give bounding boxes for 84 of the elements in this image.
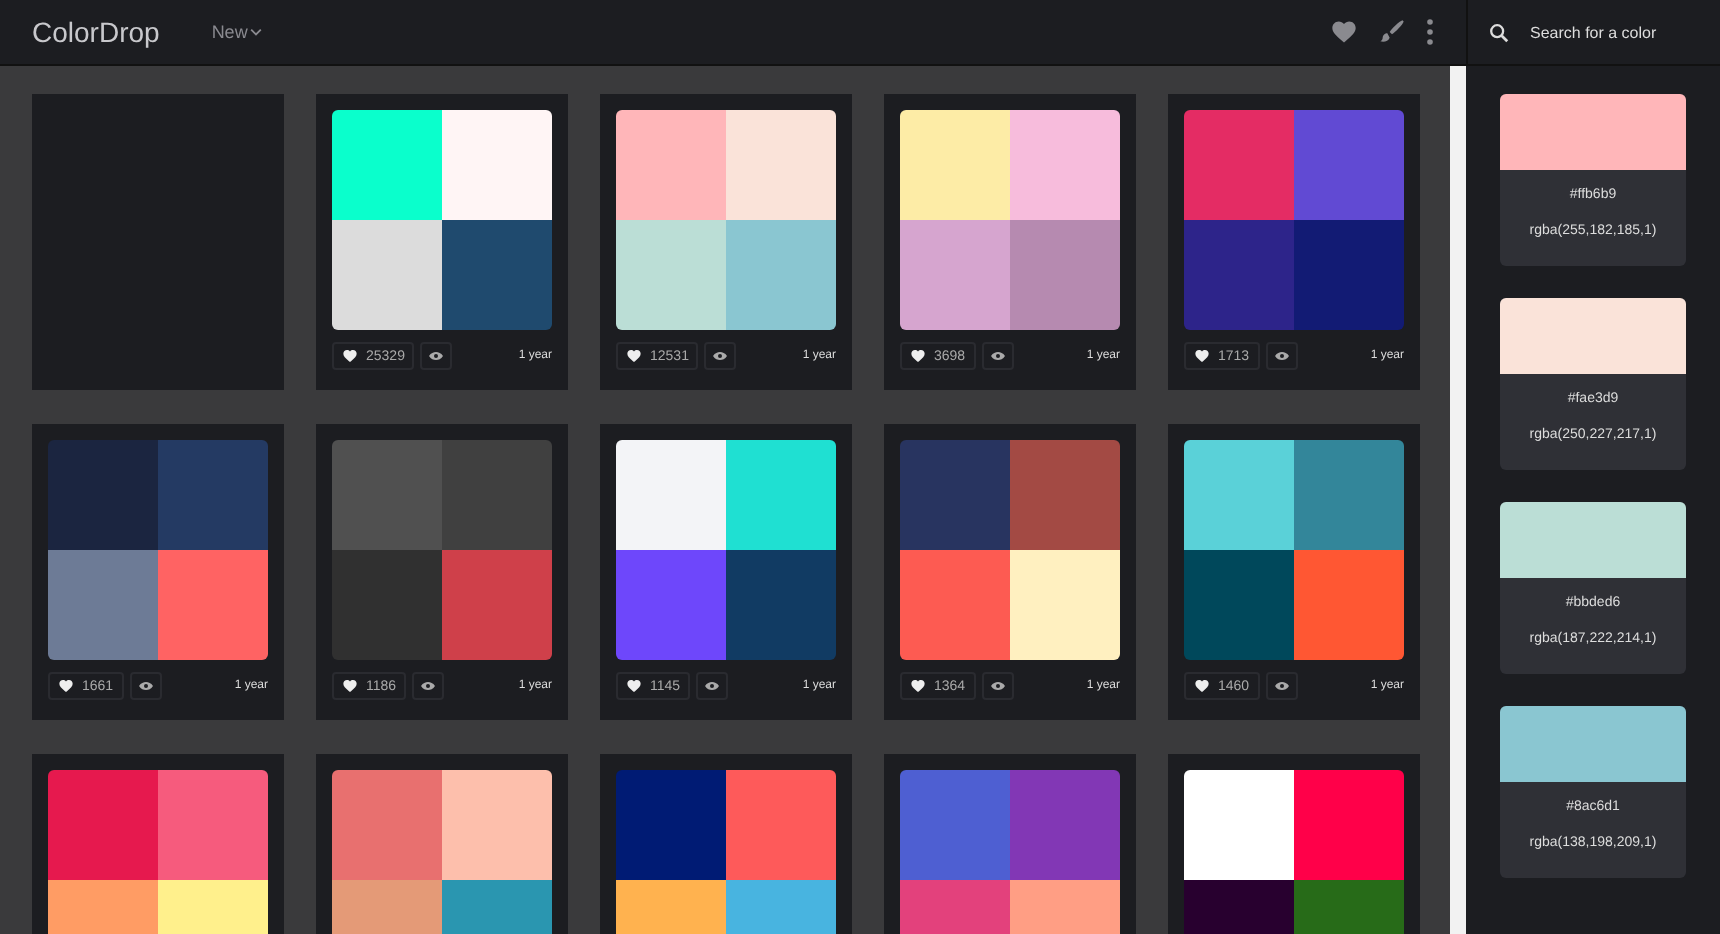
color-swatch[interactable]: [442, 440, 552, 550]
color-swatch[interactable]: [900, 440, 1010, 550]
eye-icon: [712, 350, 729, 362]
heart-icon: [342, 348, 358, 364]
eye-icon: [1273, 680, 1290, 692]
color-swatch[interactable]: [1010, 770, 1120, 880]
heart-icon: [910, 678, 926, 694]
heart-icon: [910, 348, 926, 364]
eye-icon: [420, 680, 437, 692]
color-swatch[interactable]: [158, 770, 268, 880]
view-button[interactable]: [981, 342, 1014, 370]
eye-icon: [137, 680, 154, 692]
eye-icon: [989, 350, 1006, 362]
color-swatch[interactable]: [726, 550, 836, 660]
color-swatch[interactable]: [616, 110, 726, 220]
view-button[interactable]: [704, 342, 737, 370]
heart-icon: [1194, 678, 1210, 694]
color-swatch[interactable]: [442, 220, 552, 330]
heart-icon: [58, 678, 74, 694]
color-swatch[interactable]: [616, 550, 726, 660]
color-swatch[interactable]: [442, 110, 552, 220]
color-swatch[interactable]: [900, 220, 1010, 330]
color-swatch[interactable]: [1184, 770, 1294, 880]
color-swatch[interactable]: [1294, 220, 1404, 330]
color-swatch[interactable]: [900, 550, 1010, 660]
color-swatch[interactable]: [158, 440, 268, 550]
heart-icon: [626, 348, 642, 364]
eye-icon: [989, 680, 1006, 692]
heart-icon: [1330, 18, 1358, 46]
color-swatch[interactable]: [332, 770, 442, 880]
color-swatch[interactable]: [726, 770, 836, 880]
color-swatch[interactable]: [1294, 440, 1404, 550]
color-swatch[interactable]: [726, 440, 836, 550]
view-button[interactable]: [696, 672, 729, 700]
more-vertical-icon: [1426, 18, 1434, 46]
color-swatch[interactable]: [442, 770, 552, 880]
view-button[interactable]: [420, 342, 453, 370]
search-icon: [1488, 21, 1510, 43]
color-swatch[interactable]: [332, 550, 442, 660]
heart-button[interactable]: [1330, 18, 1358, 46]
view-button[interactable]: [129, 672, 162, 700]
search-field[interactable]: Search for a color: [1526, 21, 1686, 43]
color-swatch[interactable]: [616, 770, 726, 880]
color-swatch[interactable]: [332, 220, 442, 330]
color-swatch[interactable]: [1294, 550, 1404, 660]
color-swatch[interactable]: [726, 110, 836, 220]
view-button[interactable]: [1265, 672, 1298, 700]
brush-icon: [1378, 18, 1406, 46]
color-swatch[interactable]: [48, 550, 158, 660]
caret-icon: [249, 26, 262, 38]
brush-button[interactable]: [1378, 18, 1406, 46]
color-swatch[interactable]: [48, 440, 158, 550]
color-swatch[interactable]: [332, 110, 442, 220]
color-swatch[interactable]: [48, 770, 158, 880]
color-swatch[interactable]: [616, 220, 726, 330]
heart-icon: [1194, 348, 1210, 364]
heart-icon: [626, 678, 642, 694]
color-swatch[interactable]: [1294, 770, 1404, 880]
color-swatch[interactable]: [1184, 220, 1294, 330]
heart-icon: [342, 678, 358, 694]
color-swatch[interactable]: [1010, 110, 1120, 220]
color-swatch[interactable]: [158, 550, 268, 660]
more-menu-button[interactable]: [1426, 18, 1434, 46]
eye-icon: [1273, 350, 1290, 362]
color-swatch[interactable]: [1184, 110, 1294, 220]
color-swatch[interactable]: [726, 220, 836, 330]
color-swatch[interactable]: [616, 440, 726, 550]
color-swatch[interactable]: [442, 550, 552, 660]
color-swatch[interactable]: [1010, 220, 1120, 330]
view-button[interactable]: [981, 672, 1014, 700]
new-menu[interactable]: New: [211, 22, 262, 42]
color-swatch[interactable]: [900, 110, 1010, 220]
color-swatch[interactable]: [1184, 550, 1294, 660]
view-button[interactable]: [412, 672, 445, 700]
logo-text[interactable]: ColorDrop: [32, 16, 160, 48]
color-swatch[interactable]: [332, 440, 442, 550]
view-button[interactable]: [1265, 342, 1298, 370]
color-swatch[interactable]: [1184, 440, 1294, 550]
color-swatch[interactable]: [1010, 440, 1120, 550]
color-swatch[interactable]: [1294, 110, 1404, 220]
color-swatch[interactable]: [900, 770, 1010, 880]
eye-icon: [704, 680, 721, 692]
color-swatch[interactable]: [1010, 550, 1120, 660]
eye-icon: [428, 350, 445, 362]
